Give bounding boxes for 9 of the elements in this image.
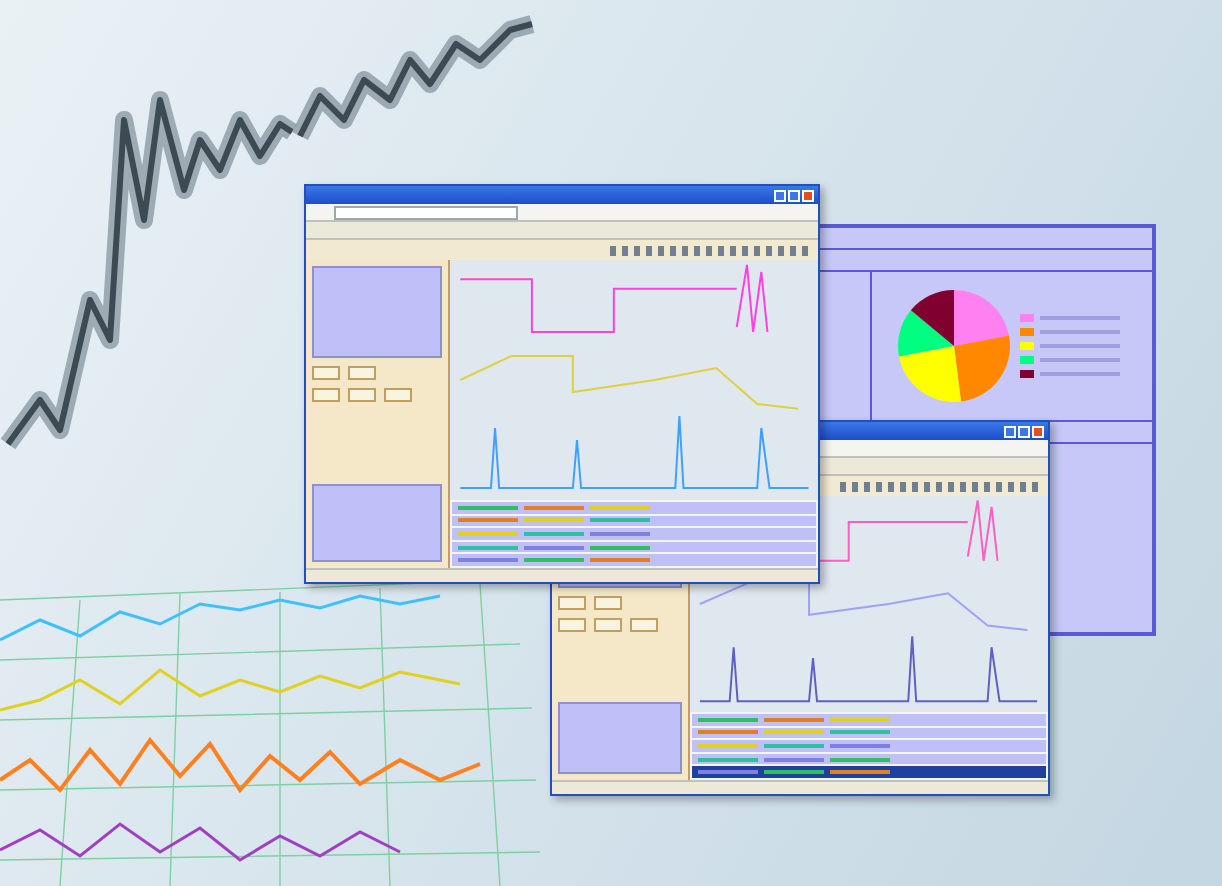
minimize-icon[interactable] — [1004, 425, 1016, 437]
close-icon[interactable] — [1032, 425, 1044, 437]
maximize-icon[interactable] — [1018, 425, 1030, 437]
close-icon[interactable] — [802, 189, 814, 201]
toolbar-icon-strip[interactable] — [840, 481, 1040, 491]
address-field[interactable] — [334, 205, 518, 219]
maximize-icon[interactable] — [788, 189, 800, 201]
toolbar-icon-strip[interactable] — [610, 245, 810, 255]
minimize-icon[interactable] — [774, 189, 786, 201]
